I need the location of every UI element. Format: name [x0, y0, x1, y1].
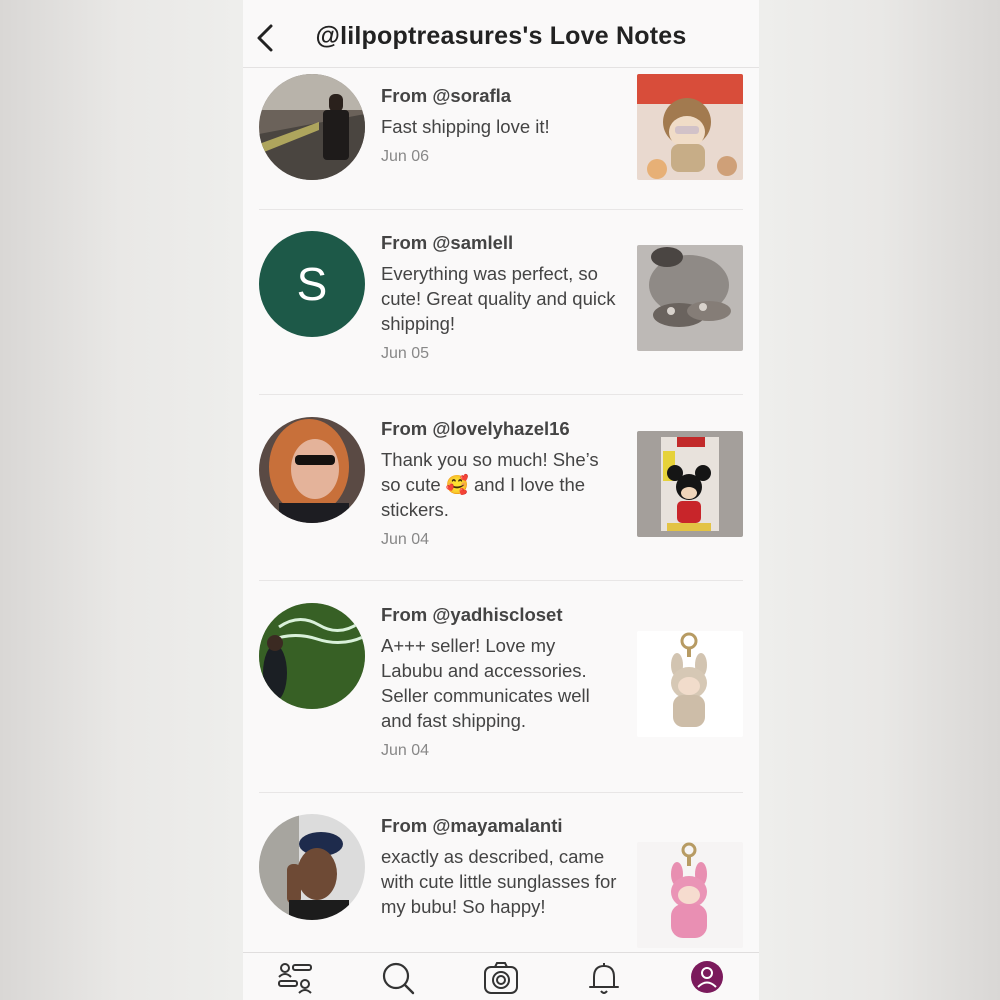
note-message: Fast shipping love it! [381, 116, 550, 137]
pink-labubu-image [637, 842, 743, 948]
plush-shoes-image [637, 245, 743, 351]
avatar[interactable] [259, 417, 365, 523]
note-sender[interactable]: From @yadhiscloset [381, 603, 621, 627]
listing-thumbnail[interactable] [637, 842, 743, 948]
avatar[interactable] [259, 603, 365, 709]
note-sender[interactable]: From @lovelyhazel16 [381, 417, 621, 441]
note-message: A+++ seller! Love my Labubu and accessor… [381, 635, 590, 731]
bottom-tab-bar [243, 952, 759, 1000]
tab-search[interactable] [377, 959, 417, 997]
note-date: Jun 05 [381, 345, 430, 362]
divider [259, 394, 743, 395]
avatar[interactable] [259, 74, 365, 180]
profile-icon [691, 961, 723, 993]
user-photo-avatar [259, 417, 365, 523]
camera-icon [484, 962, 518, 994]
note-body: From @mayamalanti exactly as described, … [381, 814, 621, 919]
note-sender[interactable]: From @samlell [381, 231, 621, 255]
user-photo-avatar [259, 603, 365, 709]
note-message: exactly as described, came with cute lit… [381, 846, 617, 917]
search-icon [382, 962, 415, 995]
plush-toy-image [637, 74, 743, 180]
divider [259, 580, 743, 581]
note-date: Jun 04 [381, 531, 430, 548]
note-body: From @sorafla Fast shipping love it! Jun… [381, 84, 621, 167]
avatar[interactable] [259, 814, 365, 920]
listing-thumbnail[interactable] [637, 431, 743, 537]
note-body: From @lovelyhazel16 Thank you so much! S… [381, 417, 621, 550]
note-sender[interactable]: From @sorafla [381, 84, 621, 108]
note-body: From @yadhiscloset A+++ seller! Love my … [381, 603, 621, 761]
user-photo-avatar [259, 74, 365, 180]
listing-thumbnail[interactable] [637, 631, 743, 737]
note-message: Everything was perfect, so cute! Great q… [381, 263, 616, 334]
page-title: @lilpoptreasures's Love Notes [315, 22, 687, 50]
divider [259, 209, 743, 210]
app-screen: @lilpoptreasures's Love Notes From @sora… [243, 0, 759, 1000]
bell-icon [589, 963, 619, 994]
avatar-initial: S [259, 231, 365, 337]
user-photo-avatar [259, 814, 365, 920]
minnie-figure-image [637, 431, 743, 537]
listing-thumbnail[interactable] [637, 74, 743, 180]
top-bar: @lilpoptreasures's Love Notes [243, 0, 759, 68]
note-message: Thank you so much! She’s so cute 🥰 and I… [381, 449, 599, 520]
note-date: Jun 06 [381, 148, 430, 165]
labubu-keychain-image [637, 631, 743, 737]
feed-icon [278, 963, 312, 994]
divider [259, 792, 743, 793]
note-body: From @samlell Everything was perfect, so… [381, 231, 621, 364]
note-date: Jun 04 [381, 742, 430, 759]
tab-profile[interactable] [687, 959, 727, 997]
note-sender[interactable]: From @mayamalanti [381, 814, 621, 838]
tab-feed[interactable] [275, 959, 315, 997]
tab-news[interactable] [584, 959, 624, 997]
listing-thumbnail[interactable] [637, 245, 743, 351]
avatar[interactable]: S [259, 231, 365, 337]
tab-sell[interactable] [481, 959, 521, 997]
